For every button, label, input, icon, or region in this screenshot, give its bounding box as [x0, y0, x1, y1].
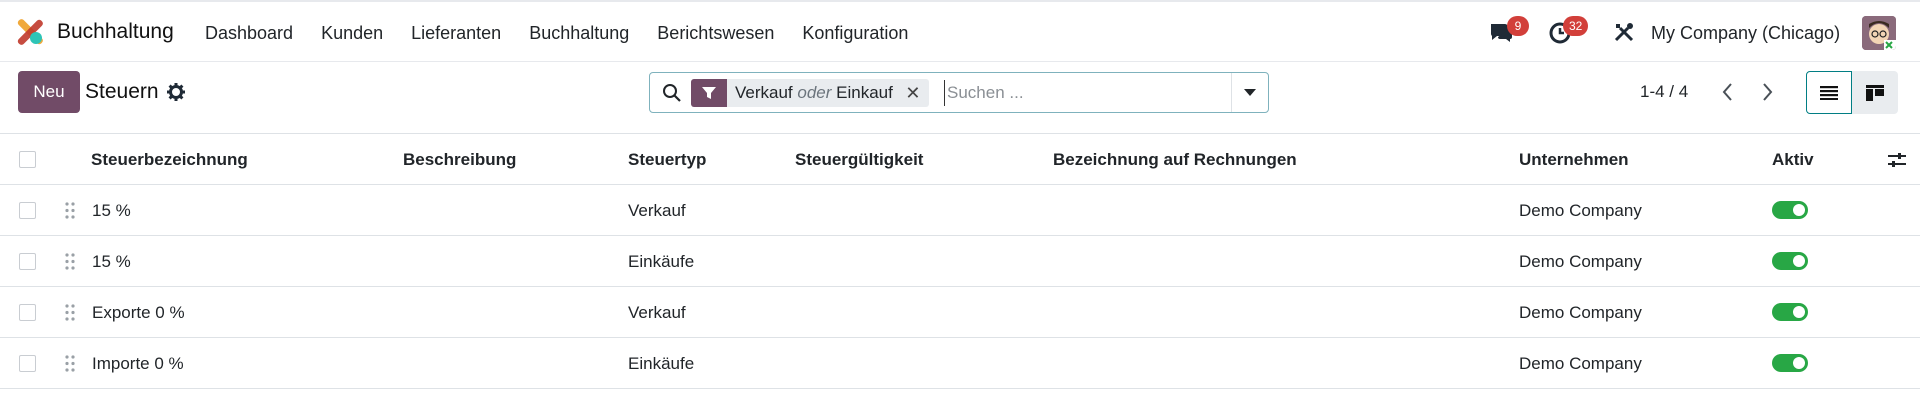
page-title: Steuern: [85, 80, 159, 103]
tax-type: Verkauf: [628, 201, 686, 220]
gear-icon[interactable]: [167, 83, 185, 101]
filter-icon: [691, 79, 727, 107]
close-icon[interactable]: ✕: [903, 83, 929, 104]
chevron-right-icon[interactable]: [1755, 79, 1779, 105]
tax-company: Demo Company: [1519, 354, 1642, 373]
search-icon[interactable]: [662, 83, 682, 103]
active-toggle[interactable]: [1772, 354, 1808, 372]
row-checkbox[interactable]: [19, 202, 36, 219]
top-navbar: Buchhaltung Dashboard Kunden Lieferanten…: [0, 0, 1920, 62]
facet-value-einkauf: Einkauf: [836, 83, 893, 102]
tax-name: 15 %: [92, 201, 131, 220]
tax-name: Exporte 0 %: [92, 303, 185, 322]
caret-down-icon: [1244, 88, 1256, 96]
list-icon: [1820, 85, 1838, 100]
tax-company: Demo Company: [1519, 201, 1642, 220]
kanban-view-button[interactable]: [1852, 71, 1898, 114]
kanban-icon: [1866, 84, 1884, 101]
column-header-company[interactable]: Unternehmen: [1519, 134, 1629, 185]
chevron-left-icon[interactable]: [1716, 79, 1740, 105]
facet-value-verkauf: Verkauf: [735, 83, 793, 102]
search-filter-facet[interactable]: Verkauf oder Einkauf ✕: [691, 79, 929, 107]
table-row[interactable]: Importe 0 % Einkäufe Demo Company: [0, 338, 1920, 389]
tax-name: 15 %: [92, 252, 131, 271]
pager-value[interactable]: 1-4 / 4: [1640, 82, 1688, 102]
debug-tools-icon[interactable]: [1611, 19, 1637, 45]
select-all-checkbox[interactable]: [19, 151, 36, 168]
menu-item-berichtswesen[interactable]: Berichtswesen: [657, 23, 774, 44]
column-header-active[interactable]: Aktiv: [1772, 134, 1814, 185]
messages-badge: 9: [1507, 16, 1529, 36]
tax-company: Demo Company: [1519, 303, 1642, 322]
tax-name: Importe 0 %: [92, 354, 184, 373]
new-button[interactable]: Neu: [18, 71, 80, 113]
menu-item-kunden[interactable]: Kunden: [321, 23, 383, 44]
tax-type: Einkäufe: [628, 252, 695, 271]
accounting-app-icon[interactable]: [16, 18, 44, 46]
user-avatar[interactable]: [1862, 16, 1896, 50]
tax-type: Verkauf: [628, 303, 686, 322]
column-header-description[interactable]: Beschreibung: [403, 134, 516, 185]
menu-item-lieferanten[interactable]: Lieferanten: [411, 23, 501, 44]
main-menu: Dashboard Kunden Lieferanten Buchhaltung…: [205, 23, 936, 44]
table-header: Steuerbezeichnung Beschreibung Steuertyp…: [0, 133, 1920, 185]
active-toggle[interactable]: [1772, 303, 1808, 321]
drag-handle-icon[interactable]: [64, 354, 76, 373]
search-options-toggle[interactable]: [1231, 73, 1268, 112]
row-checkbox[interactable]: [19, 253, 36, 270]
table-row[interactable]: 15 % Verkauf Demo Company: [0, 185, 1920, 236]
drag-handle-icon[interactable]: [64, 303, 76, 322]
column-header-name[interactable]: Steuerbezeichnung: [91, 134, 248, 185]
drag-handle-icon[interactable]: [64, 201, 76, 220]
taxes-list-table: Steuerbezeichnung Beschreibung Steuertyp…: [0, 133, 1920, 389]
active-toggle[interactable]: [1772, 201, 1808, 219]
list-view-button[interactable]: [1806, 71, 1852, 114]
search-bar: Verkauf oder Einkauf ✕: [649, 72, 1269, 113]
tax-type: Einkäufe: [628, 354, 695, 373]
row-checkbox[interactable]: [19, 355, 36, 372]
column-header-invoice-label[interactable]: Bezeichnung auf Rechnungen: [1053, 134, 1297, 185]
menu-item-buchhaltung[interactable]: Buchhaltung: [529, 23, 629, 44]
app-name[interactable]: Buchhaltung: [57, 20, 174, 44]
facet-label: Verkauf oder Einkauf: [727, 83, 903, 103]
tax-company: Demo Company: [1519, 252, 1642, 271]
company-switcher[interactable]: My Company (Chicago): [1651, 23, 1840, 44]
facet-connector: oder: [797, 83, 832, 102]
view-switcher: [1806, 71, 1898, 114]
table-row[interactable]: 15 % Einkäufe Demo Company: [0, 236, 1920, 287]
column-header-type[interactable]: Steuertyp: [628, 134, 706, 185]
activities-badge: 32: [1563, 16, 1589, 36]
menu-item-dashboard[interactable]: Dashboard: [205, 23, 293, 44]
active-toggle[interactable]: [1772, 252, 1808, 270]
optional-columns-icon[interactable]: [1887, 150, 1907, 170]
drag-handle-icon[interactable]: [64, 252, 76, 271]
column-header-scope[interactable]: Steuergültigkeit: [795, 134, 923, 185]
table-row[interactable]: Exporte 0 % Verkauf Demo Company: [0, 287, 1920, 338]
row-checkbox[interactable]: [19, 304, 36, 321]
menu-item-konfiguration[interactable]: Konfiguration: [802, 23, 908, 44]
search-input[interactable]: [944, 80, 1224, 106]
